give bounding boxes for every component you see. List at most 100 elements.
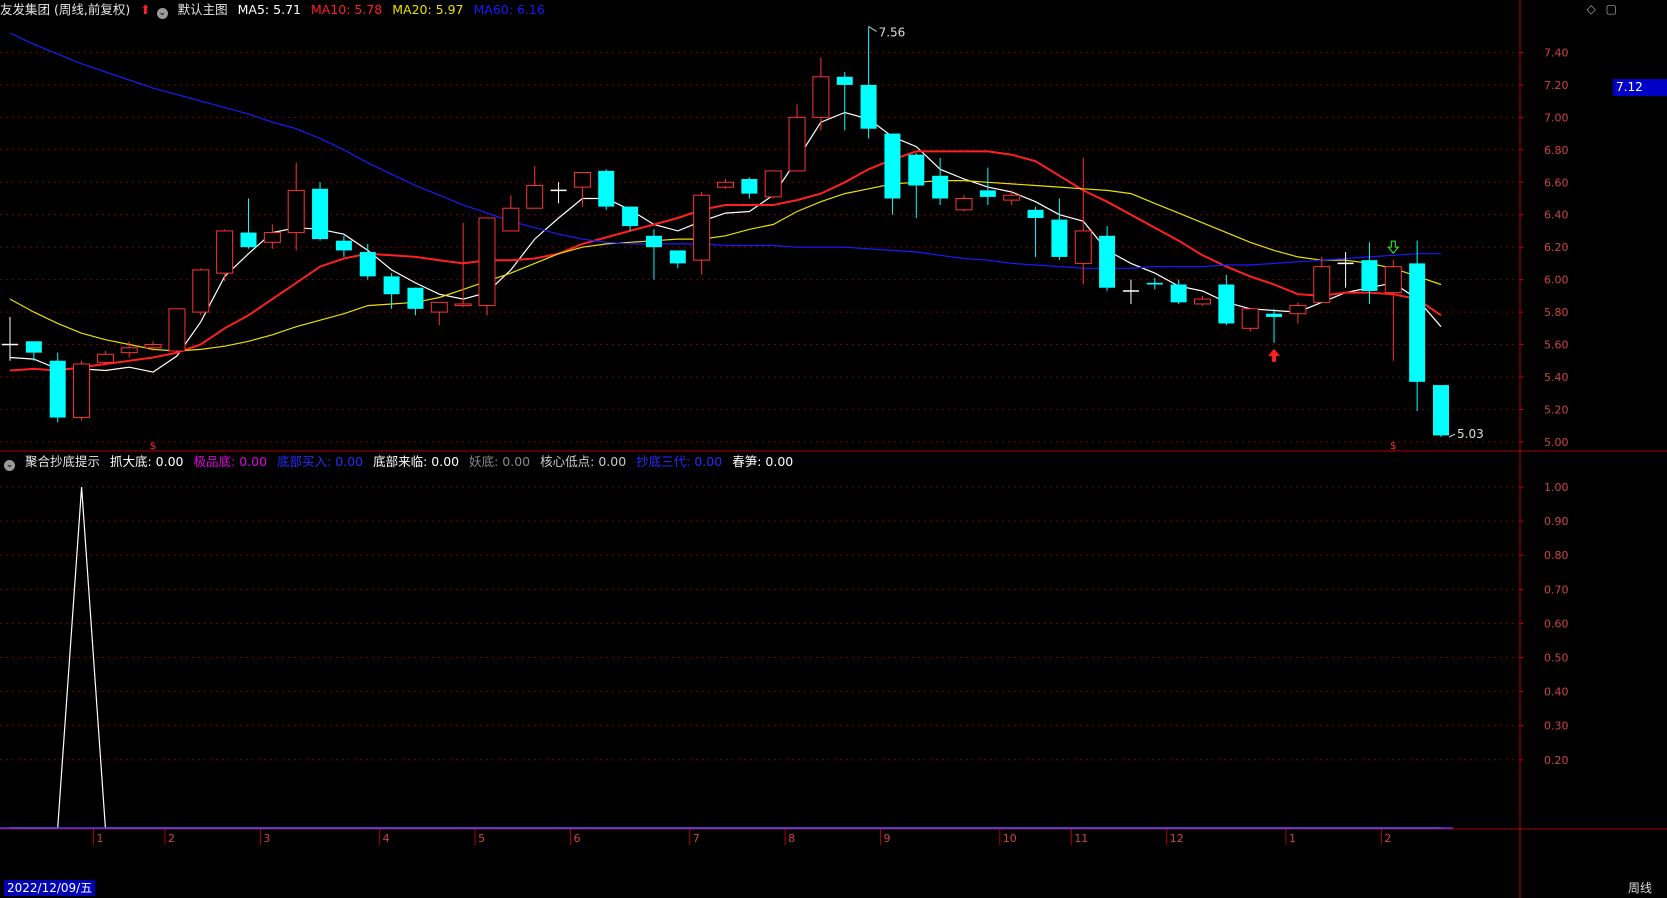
month-label: 6 xyxy=(573,832,580,845)
candle-body xyxy=(478,217,496,307)
candle-body xyxy=(240,232,257,248)
candle-body xyxy=(383,276,400,295)
candle-body xyxy=(168,308,186,352)
high-pointer xyxy=(868,26,877,32)
candle-body xyxy=(622,206,639,227)
y-tick-label: 5.00 xyxy=(1544,436,1569,449)
month-label: 3 xyxy=(263,832,270,845)
month-label: 9 xyxy=(884,832,891,845)
y-tick-label: 0.50 xyxy=(1544,652,1569,665)
arrow-up-icon xyxy=(1268,348,1281,362)
candle-body xyxy=(1313,266,1331,303)
month-label: 8 xyxy=(788,832,795,845)
candle-body xyxy=(73,363,91,419)
s-up-marker-icon: $ xyxy=(1390,441,1396,452)
y-tick-label: 1.00 xyxy=(1544,481,1569,494)
candle-body xyxy=(1409,263,1426,382)
month-label: 2 xyxy=(168,832,175,845)
cycle-label[interactable]: 周线 xyxy=(1613,878,1667,898)
candle-body xyxy=(1194,298,1211,305)
candle-body xyxy=(812,76,830,118)
month-label: 2 xyxy=(1384,832,1391,845)
y-tick-label: 5.20 xyxy=(1544,403,1569,416)
candle-body xyxy=(1289,305,1307,315)
candle-body xyxy=(526,185,544,209)
candle-body xyxy=(96,353,114,363)
current-price-tag: 7.12 xyxy=(1613,79,1667,96)
low-label: 5.03 xyxy=(1457,427,1484,441)
candle-body xyxy=(669,250,686,264)
candle-body xyxy=(1003,194,1021,201)
y-tick-label: 6.20 xyxy=(1544,241,1569,254)
high-label: 7.56 xyxy=(879,25,906,39)
candle-body xyxy=(1074,230,1092,264)
candle-body xyxy=(1241,308,1259,329)
candle-body xyxy=(860,84,877,129)
candle-body xyxy=(502,207,520,232)
candle-body xyxy=(573,172,591,188)
candle-body xyxy=(120,347,138,354)
month-label: 11 xyxy=(1074,832,1088,845)
s-up-marker-icon: $ xyxy=(150,441,156,452)
candle-body xyxy=(741,179,758,194)
low-pointer xyxy=(1448,433,1456,438)
y-tick-label: 0.20 xyxy=(1544,754,1569,767)
candle-body xyxy=(216,230,234,274)
candle-body xyxy=(955,197,973,211)
candle-body xyxy=(598,170,615,207)
candle-body xyxy=(263,232,281,243)
indicator-line xyxy=(10,486,1441,829)
candle-body xyxy=(49,360,66,418)
stock-chart-window: 友发集团 (周线,前复权) ⬆ ⌄ 默认主图 MA5: 5.71 MA10: 5… xyxy=(0,0,1667,898)
candle-body xyxy=(1218,284,1235,324)
y-tick-label: 0.30 xyxy=(1544,720,1569,733)
candle-body xyxy=(1361,260,1378,291)
y-tick-label: 7.00 xyxy=(1544,111,1569,124)
candle-body xyxy=(764,170,782,198)
month-label: 1 xyxy=(96,832,103,845)
candle-body xyxy=(979,190,996,197)
candle-body xyxy=(1027,209,1044,218)
y-tick-label: 0.70 xyxy=(1544,583,1569,596)
cursor-date: 2022/12/09/五 xyxy=(4,880,96,896)
y-tick-label: 0.60 xyxy=(1544,617,1569,630)
candle-body xyxy=(693,194,711,261)
candle-body xyxy=(1433,385,1449,436)
candle-body xyxy=(407,287,424,309)
month-label: 5 xyxy=(478,832,485,845)
candle-body xyxy=(1170,284,1187,303)
y-tick-label: 7.20 xyxy=(1544,79,1569,92)
candle-body xyxy=(25,341,42,353)
month-label: 7 xyxy=(693,832,700,845)
y-tick-label: 5.80 xyxy=(1544,306,1569,319)
y-tick-label: 5.60 xyxy=(1544,339,1569,352)
candle-body xyxy=(836,76,853,85)
candle-body xyxy=(1384,266,1402,294)
y-tick-label: 0.80 xyxy=(1544,549,1569,562)
candle-body xyxy=(645,235,662,248)
month-label: 12 xyxy=(1170,832,1184,845)
month-label: 4 xyxy=(383,832,390,845)
chart-canvas[interactable]: 5.00 5.20 5.40 5.60 5.80 6.00 6.20 6.40 6.60 6.80… xyxy=(0,0,1667,898)
candle-body xyxy=(430,301,448,313)
candle-body xyxy=(1266,313,1283,317)
y-tick-label: 6.60 xyxy=(1544,176,1569,189)
month-label: 1 xyxy=(1289,832,1296,845)
y-tick-label: 6.80 xyxy=(1544,144,1569,157)
candle-body xyxy=(1051,219,1068,257)
y-tick-label: 7.40 xyxy=(1544,46,1569,59)
candle-body xyxy=(192,269,210,313)
candle-body xyxy=(884,133,901,199)
y-tick-label: 6.00 xyxy=(1544,274,1569,287)
y-tick-label: 5.40 xyxy=(1544,371,1569,384)
candle-body xyxy=(312,188,329,240)
y-tick-label: 0.40 xyxy=(1544,686,1569,699)
candle-body xyxy=(335,240,352,251)
candle-body xyxy=(1099,235,1116,288)
candle-body xyxy=(287,189,305,234)
candle-body xyxy=(359,252,376,277)
candle-body xyxy=(908,154,925,186)
candle-body xyxy=(144,344,162,349)
candle-body xyxy=(788,116,806,172)
month-label: 10 xyxy=(1003,832,1017,845)
